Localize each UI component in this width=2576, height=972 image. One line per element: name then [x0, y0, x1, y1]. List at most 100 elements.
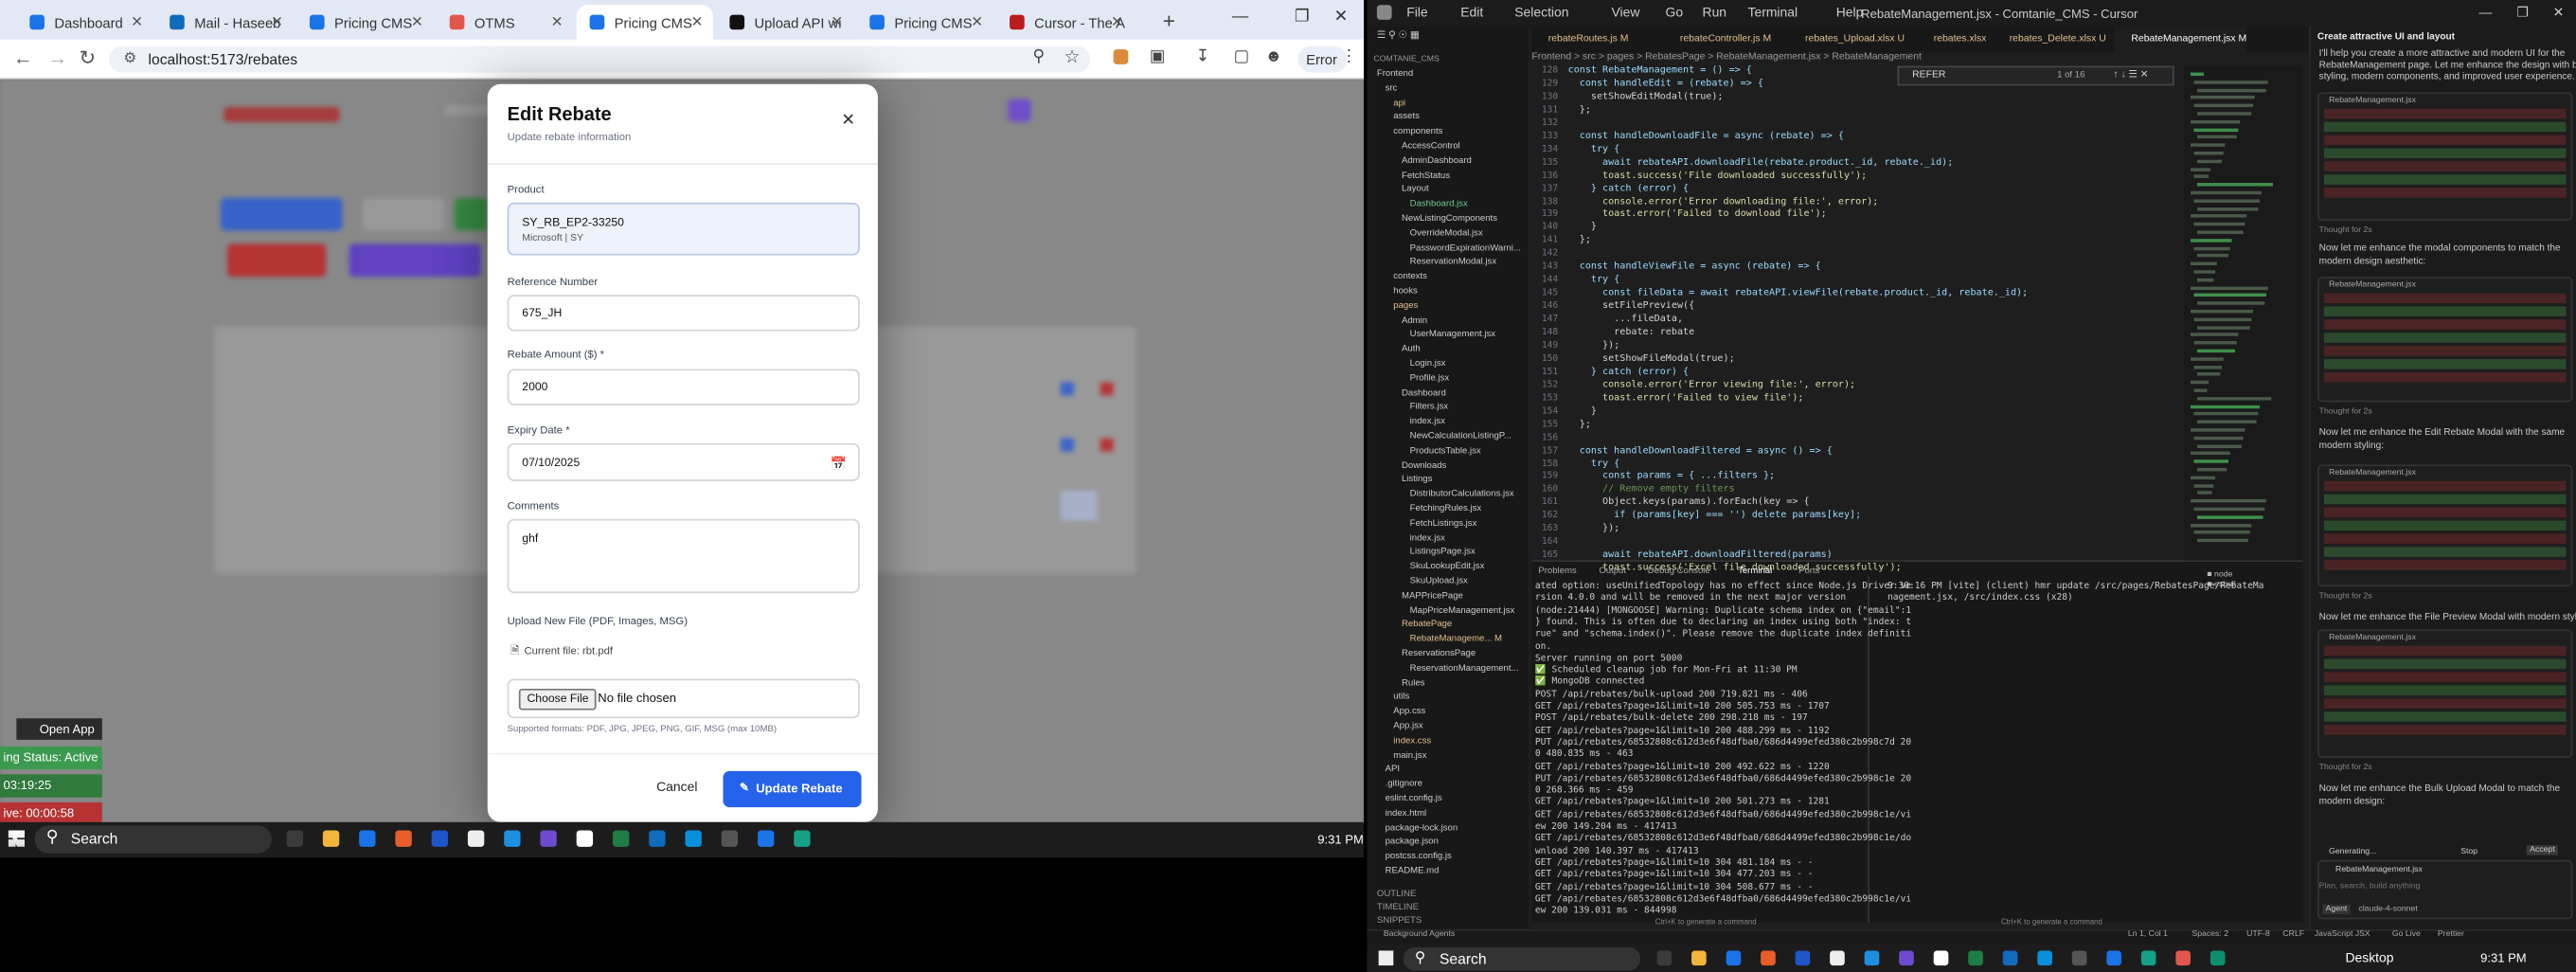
status-bar-item[interactable]: Go Live	[2392, 929, 2421, 939]
model-dropdown[interactable]: claude-4-sonnet	[2358, 905, 2417, 914]
status-bar-item[interactable]: Spaces: 2	[2191, 929, 2228, 939]
find-nav-icons[interactable]: ↑ ↓ ☰ ✕	[2113, 69, 2148, 81]
explorer-item[interactable]: Downloads	[1402, 460, 1446, 470]
explorer-item[interactable]: .gitignore	[1386, 780, 1422, 789]
comments-textarea[interactable]: ghf	[507, 518, 860, 594]
update-rebate-button[interactable]: ✎ Update Rebate	[723, 770, 862, 808]
taskbar-app-icon[interactable]	[612, 830, 630, 847]
chat-file-chip[interactable]: RebateManagement.jsx	[2335, 865, 2423, 874]
ide-menu-item[interactable]: Selection	[1514, 5, 1568, 20]
minimize-icon[interactable]: —	[1232, 9, 1248, 27]
explorer-item[interactable]: ReservationModal.jsx	[1410, 258, 1496, 267]
explorer-item[interactable]: hooks	[1393, 287, 1418, 297]
taskbar-app-icon[interactable]	[467, 830, 485, 847]
editor-tab[interactable]: rebateRoutes.js M	[1531, 27, 1663, 53]
taskbar-app-icon[interactable]	[1795, 950, 1811, 966]
terminal-split-divider[interactable]	[1868, 576, 1869, 923]
explorer-item[interactable]: Frontend	[1377, 69, 1413, 79]
status-bar-item[interactable]: Prettier	[2438, 929, 2464, 939]
explorer-item[interactable]: package.json	[1386, 837, 1439, 847]
tab-close-icon[interactable]: ✕	[411, 13, 423, 31]
explorer-item[interactable]: package-lock.json	[1386, 823, 1458, 833]
explorer-item[interactable]: README.md	[1386, 867, 1440, 876]
taskbar-app-icon[interactable]	[2002, 950, 2018, 966]
stop-button[interactable]: Stop	[2460, 847, 2478, 856]
taskbar-app-icon[interactable]	[2106, 950, 2121, 966]
explorer-item[interactable]: src	[1386, 83, 1398, 93]
accept-button[interactable]: Accept	[2526, 845, 2559, 855]
explorer-item[interactable]: AdminDashboard	[1402, 156, 1472, 166]
browser-tab[interactable]: Pricing CMS ✕	[576, 5, 714, 40]
taskbar-app-icon[interactable]	[504, 830, 521, 847]
panel-tab[interactable]: Ports	[1798, 567, 1819, 576]
taskbar-app-icon[interactable]	[1726, 950, 1742, 966]
explorer-item[interactable]: postcss.config.js	[1386, 852, 1452, 861]
ide-menu-item[interactable]: View	[1612, 5, 1640, 20]
explorer-item[interactable]: index.css	[1393, 736, 1431, 746]
ide-maximize-icon[interactable]: ❐	[2516, 5, 2528, 20]
taskbar-app-icon[interactable]	[1933, 950, 1949, 966]
zoom-icon[interactable]: ⚲	[1032, 47, 1045, 65]
status-bar-item[interactable]: JavaScript JSX	[2315, 929, 2370, 939]
rebate-amount-input[interactable]: 2000	[507, 369, 860, 405]
explorer-item[interactable]: contexts	[1393, 272, 1427, 281]
tab-close-icon[interactable]: ✕	[1111, 13, 1123, 31]
ide-menu-item[interactable]: Help	[1836, 5, 1864, 20]
editor-tab[interactable]: RebateManagement.jsx M	[2115, 26, 2247, 53]
explorer-item[interactable]: NewCalculationListingP...	[1410, 432, 1512, 441]
ide-menu-item[interactable]: Run	[1703, 5, 1727, 20]
explorer-item[interactable]: NewListingComponents	[1402, 214, 1497, 224]
explorer-item[interactable]: MAPPricePage	[1402, 591, 1463, 601]
find-input[interactable]: REFER	[1912, 71, 1945, 81]
find-widget[interactable]: REFER 1 of 16 ↑ ↓ ☰ ✕	[1897, 65, 2174, 86]
ide-menu-item[interactable]: Terminal	[1748, 5, 1798, 20]
taskbar-search-box[interactable]: ⚲ Search	[34, 825, 272, 854]
explorer-item[interactable]: Profile.jsx	[1410, 373, 1449, 383]
bookmark-star-icon[interactable]: ☆	[1064, 46, 1080, 67]
explorer-item[interactable]: index.jsx	[1410, 417, 1445, 426]
browser-tab[interactable]: Mail - Haseeb ✕	[156, 5, 293, 40]
tab-close-icon[interactable]: ✕	[971, 13, 983, 31]
explorer-item[interactable]: ProductsTable.jsx	[1410, 446, 1481, 456]
ide-minimize-icon[interactable]: —	[2478, 5, 2492, 20]
explorer-item[interactable]: Layout	[1402, 185, 1429, 194]
explorer-section-header[interactable]: OUTLINE	[1377, 890, 1416, 899]
taskbar-app-icon[interactable]	[576, 830, 594, 847]
taskbar-app-icon[interactable]	[2037, 950, 2052, 966]
explorer-item[interactable]: RebatePage	[1402, 621, 1452, 630]
editor-tab[interactable]: rebates_Upload.xlsx U	[1789, 27, 1918, 53]
explorer-item[interactable]: ListingsPage.jsx	[1410, 548, 1476, 557]
close-icon[interactable]: ✕	[838, 112, 858, 132]
file-chip[interactable]: RebateManagement.jsx	[2329, 633, 2416, 642]
panel-tab[interactable]: Debug Console	[1648, 567, 1710, 576]
explorer-item[interactable]: components	[1393, 127, 1442, 136]
explorer-item[interactable]: FetchListings.jsx	[1410, 518, 1477, 528]
explorer-section-header[interactable]: SNIPPETS	[1377, 916, 1422, 926]
explorer-item[interactable]: Auth	[1402, 345, 1421, 354]
calendar-icon[interactable]: 📅	[831, 445, 847, 483]
profile-avatar-icon[interactable]: ☻	[1265, 47, 1282, 65]
explorer-item[interactable]: Admin	[1402, 315, 1427, 325]
file-input[interactable]: Choose File No file chosen	[507, 678, 860, 719]
explorer-item[interactable]: utils	[1393, 693, 1409, 702]
ide-menu-item[interactable]: Edit	[1460, 5, 1483, 20]
explorer-item[interactable]: UserManagement.jsx	[1410, 330, 1495, 339]
panel-tab[interactable]: Problems	[1538, 567, 1576, 576]
taskbar-app-icon[interactable]	[2209, 950, 2226, 966]
taskbar-app-icon[interactable]	[721, 830, 739, 847]
extension-icon[interactable]	[1113, 49, 1129, 64]
editor-tab[interactable]: rebateController.js M	[1663, 27, 1788, 53]
explorer-item[interactable]: index.jsx	[1410, 533, 1445, 543]
taskbar-app-icon[interactable]	[685, 830, 702, 847]
explorer-item[interactable]: FetchingRules.jsx	[1410, 504, 1482, 513]
explorer-item[interactable]: assets	[1393, 113, 1420, 122]
explorer-item[interactable]: SkuLookupEdit.jsx	[1410, 562, 1485, 571]
extensions-puzzle-icon[interactable]: ▣	[1150, 47, 1165, 65]
explorer-item[interactable]: Listings	[1402, 476, 1432, 485]
site-info-icon[interactable]: ⚙	[123, 49, 136, 67]
explorer-item[interactable]: API	[1386, 765, 1400, 775]
open-app-button[interactable]: Open App ↗	[16, 718, 102, 758]
browser-tab[interactable]: Pricing CMS ✕	[296, 5, 433, 40]
panel-tab[interactable]: Output	[1599, 567, 1626, 576]
ide-menu-item[interactable]: Go	[1666, 5, 1684, 20]
